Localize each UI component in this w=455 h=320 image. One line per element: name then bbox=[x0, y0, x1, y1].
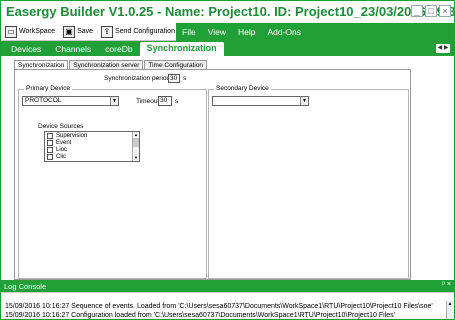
tab-synchronization[interactable]: Synchronization bbox=[139, 42, 224, 56]
minimize-button[interactable]: _ bbox=[411, 5, 423, 17]
source-label: Clic bbox=[56, 153, 66, 160]
source-label: Event bbox=[56, 139, 72, 146]
secondary-device-select[interactable]: ▼ bbox=[212, 96, 309, 106]
workspace-button[interactable]: ▭ WorkSpace bbox=[1, 23, 59, 41]
timeout-input[interactable]: 30 bbox=[158, 96, 172, 106]
tab-coredb[interactable]: coreDb bbox=[98, 44, 139, 56]
workspace-label: WorkSpace bbox=[19, 28, 56, 35]
save-label: Save bbox=[77, 28, 94, 35]
console-controls: ᵖ × bbox=[442, 281, 451, 288]
sync-period-unit: s bbox=[183, 75, 187, 82]
synchronization-page: Synchronization Synchronization server T… bbox=[1, 56, 454, 280]
list-item[interactable]: Event bbox=[45, 139, 139, 146]
main-tabs: Devices Channels coreDb Synchronization … bbox=[1, 41, 454, 56]
sync-period-label: Synchronization period bbox=[104, 75, 171, 82]
list-item[interactable]: Lioc bbox=[45, 146, 139, 153]
close-button[interactable]: × bbox=[439, 5, 451, 17]
window-title: Easergy Builder V1.0.25 - Name: Project1… bbox=[1, 1, 454, 23]
pin-icon[interactable]: ᵖ bbox=[442, 281, 445, 288]
menu-help[interactable]: Help bbox=[232, 27, 261, 37]
menu-view[interactable]: View bbox=[202, 27, 232, 37]
primary-device-select[interactable]: PROTOCOL ▼ bbox=[22, 96, 119, 106]
log-line: 15/09/2016 10:16:27 Sequence of events. … bbox=[5, 303, 433, 310]
chevron-down-icon: ▼ bbox=[300, 97, 308, 105]
checkbox[interactable] bbox=[47, 146, 53, 153]
log-console-header: Log Console ᵖ × bbox=[1, 280, 454, 292]
menu-add-ons[interactable]: Add-Ons bbox=[261, 27, 307, 37]
timeout-label: Timeout bbox=[136, 98, 160, 105]
device-sources-label: Device Sources bbox=[38, 123, 84, 130]
sync-period-input[interactable]: 30 bbox=[168, 74, 180, 83]
source-label: Supervision bbox=[56, 132, 88, 139]
checkbox[interactable] bbox=[47, 132, 53, 139]
menu-bar: File View Help Add-Ons bbox=[176, 23, 454, 41]
checkbox[interactable] bbox=[47, 139, 53, 146]
source-label: Lioc bbox=[56, 146, 68, 153]
tab-channels[interactable]: Channels bbox=[48, 44, 98, 56]
log-console-title: Log Console bbox=[4, 282, 47, 291]
tab-devices[interactable]: Devices bbox=[4, 44, 48, 56]
primary-device-title: Primary Device bbox=[24, 85, 73, 92]
primary-device-value: PROTOCOL bbox=[25, 97, 62, 104]
device-sources-list[interactable]: Supervision Event Lioc Clic ▲ ▼ bbox=[44, 131, 140, 162]
tab-scroll-arrows[interactable]: ◀ ▶ bbox=[436, 44, 450, 53]
list-scrollbar[interactable]: ▲ ▼ bbox=[132, 132, 139, 161]
scroll-down-icon[interactable]: ▼ bbox=[133, 155, 139, 161]
synchronization-panel: Synchronization period 30 s Primary Devi… bbox=[14, 69, 411, 280]
timeout-unit: s bbox=[175, 98, 179, 105]
secondary-device-title: Secondary Device bbox=[214, 85, 271, 92]
window-controls: _ □ × bbox=[411, 5, 451, 17]
log-scrollbar[interactable]: ▲ bbox=[446, 301, 453, 319]
save-icon: ▣ bbox=[63, 25, 76, 38]
secondary-device-group: Secondary Device ▼ bbox=[208, 85, 409, 279]
log-console: 15/09/2016 10:16:27 Sequence of events. … bbox=[1, 292, 454, 319]
workspace-icon: ▭ bbox=[5, 25, 17, 38]
close-icon[interactable]: × bbox=[447, 281, 451, 288]
app-window: { "window": { "title": "Easergy Builder … bbox=[0, 0, 455, 320]
log-line: 15/09/2016 10:16:27 Configuration loaded… bbox=[5, 312, 395, 319]
maximize-button[interactable]: □ bbox=[425, 5, 437, 17]
list-item[interactable]: Clic bbox=[45, 153, 139, 160]
menu-file[interactable]: File bbox=[176, 27, 202, 37]
scroll-thumb[interactable] bbox=[133, 138, 139, 147]
list-item[interactable]: Supervision bbox=[45, 132, 139, 139]
send-icon: ⇪ bbox=[101, 25, 114, 38]
chevron-down-icon: ▼ bbox=[110, 97, 118, 105]
save-button[interactable]: ▣ Save bbox=[59, 23, 97, 41]
primary-device-group: Primary Device PROTOCOL ▼ Timeout 30 s D… bbox=[18, 85, 207, 279]
checkbox[interactable] bbox=[47, 153, 53, 160]
